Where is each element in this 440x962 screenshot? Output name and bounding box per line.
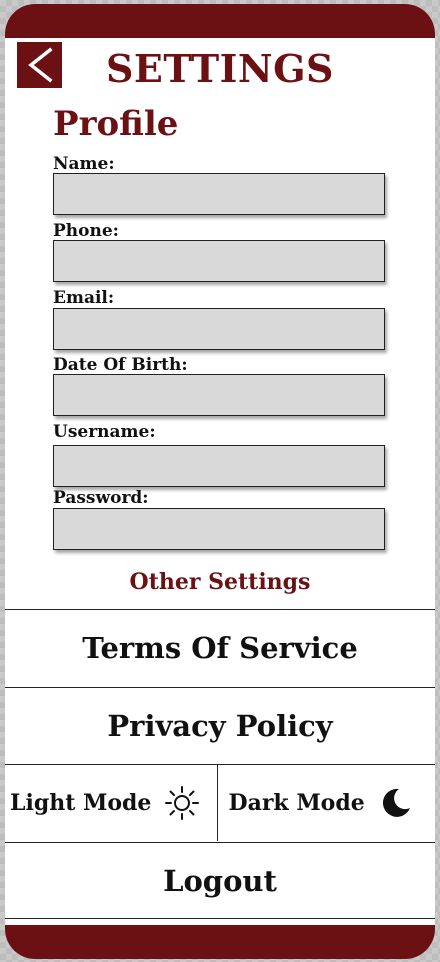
email-field[interactable] <box>53 308 385 350</box>
light-mode-label: Light Mode <box>10 790 152 816</box>
divider <box>5 918 435 919</box>
privacy-policy-button[interactable]: Privacy Policy <box>5 687 435 764</box>
password-field[interactable] <box>53 508 385 550</box>
back-button[interactable] <box>17 42 62 88</box>
settings-screen: SETTINGS Profile Name: Phone: Email: Dat… <box>5 4 435 959</box>
terms-of-service-button[interactable]: Terms Of Service <box>5 609 435 686</box>
chevron-left-icon <box>28 47 53 83</box>
email-label: Email: <box>53 288 115 308</box>
phone-label: Phone: <box>53 221 119 241</box>
name-label: Name: <box>53 154 115 174</box>
sun-icon <box>165 786 200 820</box>
phone-field[interactable] <box>53 240 385 282</box>
top-bar <box>5 4 435 38</box>
logout-label: Logout <box>163 864 277 898</box>
moon-icon <box>379 786 413 820</box>
privacy-policy-label: Privacy Policy <box>107 709 333 743</box>
bottom-bar <box>5 925 435 959</box>
dark-mode-button[interactable]: Dark Mode <box>218 765 436 841</box>
password-label: Password: <box>53 488 149 508</box>
dark-mode-label: Dark Mode <box>228 790 365 816</box>
other-settings-title: Other Settings <box>129 569 311 595</box>
date-of-birth-field[interactable] <box>53 374 385 416</box>
name-field[interactable] <box>53 173 385 215</box>
terms-of-service-label: Terms Of Service <box>82 631 358 665</box>
date-of-birth-label: Date Of Birth: <box>53 355 188 375</box>
username-label: Username: <box>53 422 156 442</box>
page-title: SETTINGS <box>105 46 334 91</box>
light-mode-button[interactable]: Light Mode <box>5 765 218 841</box>
logout-button[interactable]: Logout <box>5 842 435 919</box>
theme-mode-row: Light Mode Dark Mode <box>5 764 435 841</box>
username-field[interactable] <box>53 445 385 487</box>
profile-section-title: Profile <box>53 104 179 144</box>
